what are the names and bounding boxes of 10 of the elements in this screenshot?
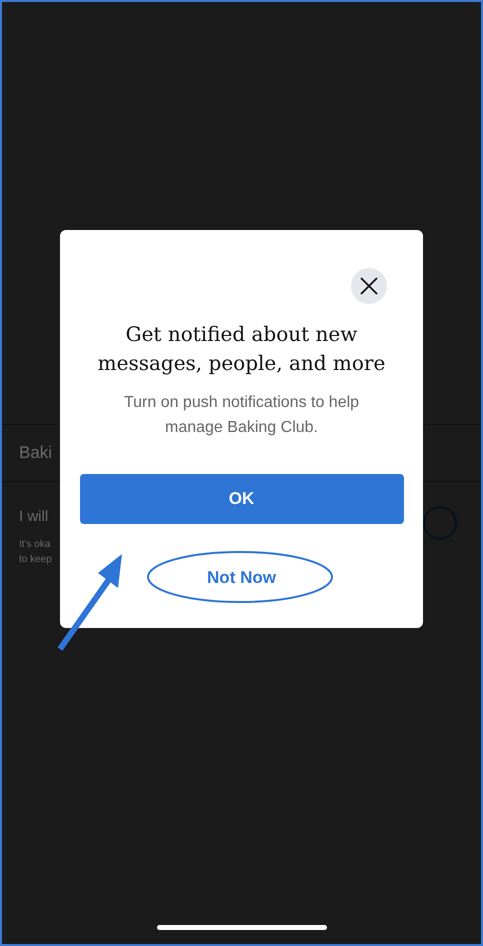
dialog-message: Turn on push notifications to help manage Baking Club. [122,393,360,438]
group-name: Baki [19,443,52,463]
post-text: to keep [19,554,52,565]
close-button[interactable] [351,268,387,304]
post-text: It's oka [19,539,52,550]
not-now-button[interactable]: Not Now [199,564,284,592]
close-icon [360,277,378,295]
ok-button[interactable]: OK [80,474,404,524]
post-title: I will [19,508,50,525]
dialog-title: Get notified about new messages, people, and more [96,321,386,377]
